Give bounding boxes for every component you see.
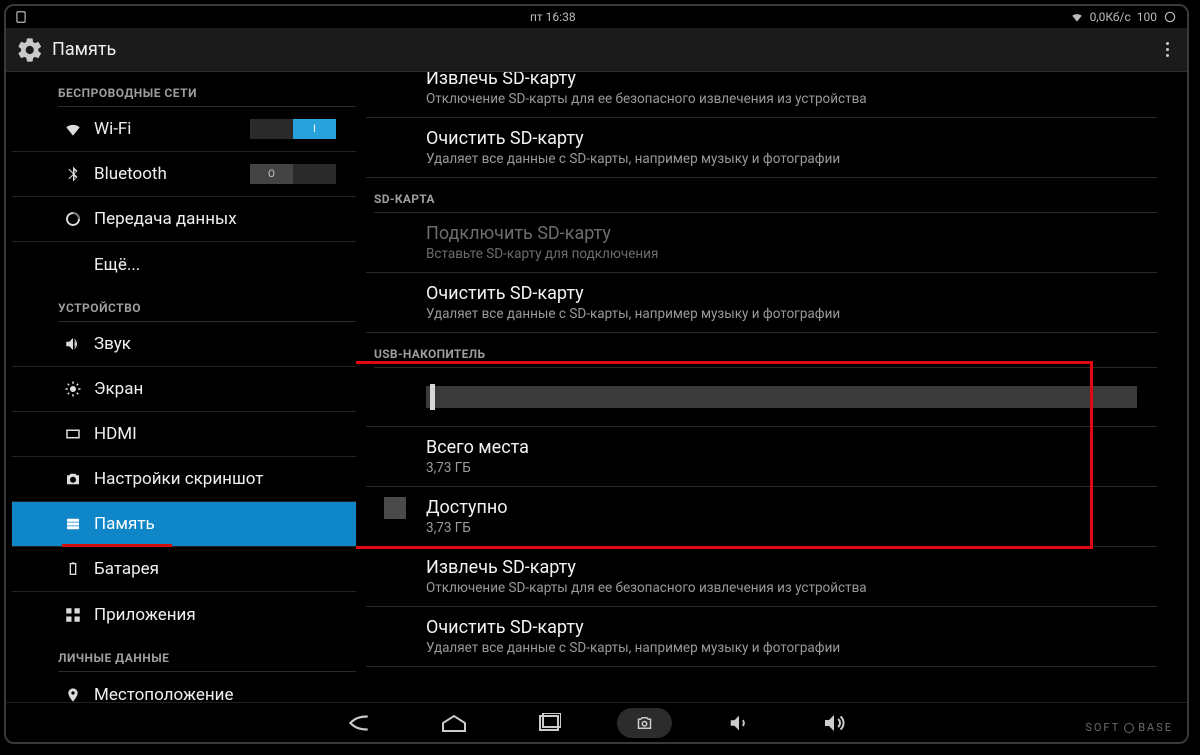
data-usage-icon [62, 208, 84, 230]
sidebar-item-label: Местоположение [94, 685, 234, 703]
status-battery: 100 [1137, 10, 1157, 24]
row-subtitle: Вставьте SD-карту для подключения [426, 246, 1157, 262]
sidebar-item-label: Батарея [94, 559, 159, 579]
hdmi-icon [62, 423, 84, 445]
overflow-menu-button[interactable] [1157, 42, 1177, 57]
nav-back-button[interactable] [332, 708, 387, 738]
row-erase-usb[interactable]: Очистить SD-карту Удаляет все данные с S… [366, 607, 1157, 667]
battery-circle-icon [1163, 10, 1177, 24]
bluetooth-icon [62, 163, 84, 185]
row-title: Очистить SD-карту [426, 617, 1157, 638]
category-usb: USB-НАКОПИТЕЛЬ [366, 333, 1157, 367]
wifi-icon [1070, 10, 1084, 24]
sidebar-item-label: Экран [94, 379, 143, 399]
row-title: Подключить SD-карту [426, 223, 1157, 244]
wifi-icon [62, 118, 84, 140]
settings-sidebar: БЕСПРОВОДНЫЕ СЕТИ Wi-Fi I Bluetooth O Пе… [6, 72, 356, 702]
sidebar-item-label: Память [94, 514, 155, 534]
sound-icon [62, 333, 84, 355]
storage-icon [62, 513, 84, 535]
row-title: Очистить SD-карту [426, 283, 1157, 304]
settings-detail-pane: Извлечь SD-карту Отключение SD-карты для… [356, 72, 1187, 702]
sidebar-item-label: Приложения [94, 605, 196, 625]
nav-screenshot-button[interactable] [617, 708, 672, 738]
apps-icon [62, 604, 84, 626]
camera-icon [62, 468, 84, 490]
row-title: Доступно [426, 497, 1157, 518]
section-wireless: БЕСПРОВОДНЫЕ СЕТИ [12, 72, 356, 106]
category-sdcard: SD-КАРТА [366, 178, 1157, 212]
available-color-swatch [384, 497, 406, 519]
sidebar-item-hdmi[interactable]: HDMI [12, 412, 356, 457]
wifi-toggle[interactable]: I [250, 119, 336, 139]
location-icon [62, 684, 84, 703]
nav-volume-down-button[interactable] [712, 708, 767, 738]
page-title: Память [52, 39, 116, 60]
nav-volume-up-button[interactable] [807, 708, 862, 738]
sidebar-item-battery[interactable]: Батарея [12, 547, 356, 592]
status-net-speed: 0,0Кб/с [1090, 10, 1131, 24]
nav-recents-button[interactable] [522, 708, 577, 738]
sidebar-item-label: HDMI [94, 424, 137, 444]
row-title: Всего места [426, 437, 1157, 458]
status-bar: пт 16:38 0,0Кб/с 100 [6, 6, 1187, 28]
status-time: пт 16:38 [36, 10, 1070, 24]
rotation-lock-icon [14, 10, 28, 24]
row-erase-sd-2[interactable]: Очистить SD-карту Удаляет все данные с S… [366, 273, 1157, 333]
row-subtitle: Удаляет все данные с SD-карты, например … [426, 306, 1157, 322]
usb-storage-bar-row[interactable] [366, 368, 1157, 427]
row-title: Извлечь SD-карту [426, 72, 1157, 89]
sidebar-item-display[interactable]: Экран [12, 367, 356, 412]
row-erase-sd[interactable]: Очистить SD-карту Удаляет все данные с S… [366, 118, 1157, 178]
sidebar-item-label: Ещё... [94, 255, 140, 275]
watermark: SOFTBASE [1085, 721, 1173, 734]
row-title: Извлечь SD-карту [426, 557, 1157, 578]
sidebar-item-label: Передача данных [94, 209, 237, 229]
row-subtitle: Отключение SD-карты для ее безопасного и… [426, 91, 1157, 107]
sidebar-item-label: Настройки скриншот [94, 469, 263, 489]
row-subtitle: Отключение SD-карты для ее безопасного и… [426, 580, 1157, 596]
row-subtitle: Удаляет все данные с SD-карты, например … [426, 640, 1157, 656]
sidebar-item-label: Wi-Fi [94, 119, 131, 139]
battery-icon [62, 558, 84, 580]
system-nav-bar: SOFTBASE [6, 702, 1187, 742]
row-usb-total[interactable]: Всего места 3,73 ГБ [366, 427, 1157, 487]
bluetooth-toggle[interactable]: O [250, 164, 336, 184]
sidebar-item-apps[interactable]: Приложения [12, 592, 356, 637]
sidebar-item-location[interactable]: Местоположение [12, 672, 356, 702]
brightness-icon [62, 378, 84, 400]
sidebar-item-label: Bluetooth [94, 164, 167, 184]
row-eject-sd[interactable]: Извлечь SD-карту Отключение SD-карты для… [366, 72, 1157, 118]
section-device: УСТРОЙСТВО [12, 287, 356, 321]
sidebar-item-screenshot[interactable]: Настройки скриншот [12, 457, 356, 502]
sidebar-item-label: Звук [94, 334, 131, 354]
usb-storage-bar [426, 386, 1137, 408]
row-usb-available[interactable]: Доступно 3,73 ГБ [366, 487, 1157, 547]
sidebar-item-wifi[interactable]: Wi-Fi I [12, 107, 356, 152]
row-mount-sd: Подключить SD-карту Вставьте SD-карту дл… [366, 213, 1157, 273]
sidebar-item-more[interactable]: Ещё... [12, 242, 356, 287]
sidebar-item-storage[interactable]: Память [12, 502, 356, 547]
sidebar-item-data-usage[interactable]: Передача данных [12, 197, 356, 242]
sidebar-item-sound[interactable]: Звук [12, 322, 356, 367]
nav-home-button[interactable] [427, 708, 482, 738]
row-eject-usb[interactable]: Извлечь SD-карту Отключение SD-карты для… [366, 547, 1157, 607]
app-header: Память [6, 28, 1187, 72]
row-subtitle: Удаляет все данные с SD-карты, например … [426, 151, 1157, 167]
row-value: 3,73 ГБ [426, 460, 1157, 476]
section-personal: ЛИЧНЫЕ ДАННЫЕ [12, 637, 356, 671]
gear-icon [16, 36, 44, 64]
annotation-arrow [356, 462, 366, 572]
row-title: Очистить SD-карту [426, 128, 1157, 149]
row-value: 3,73 ГБ [426, 520, 1157, 536]
sidebar-item-bluetooth[interactable]: Bluetooth O [12, 152, 356, 197]
